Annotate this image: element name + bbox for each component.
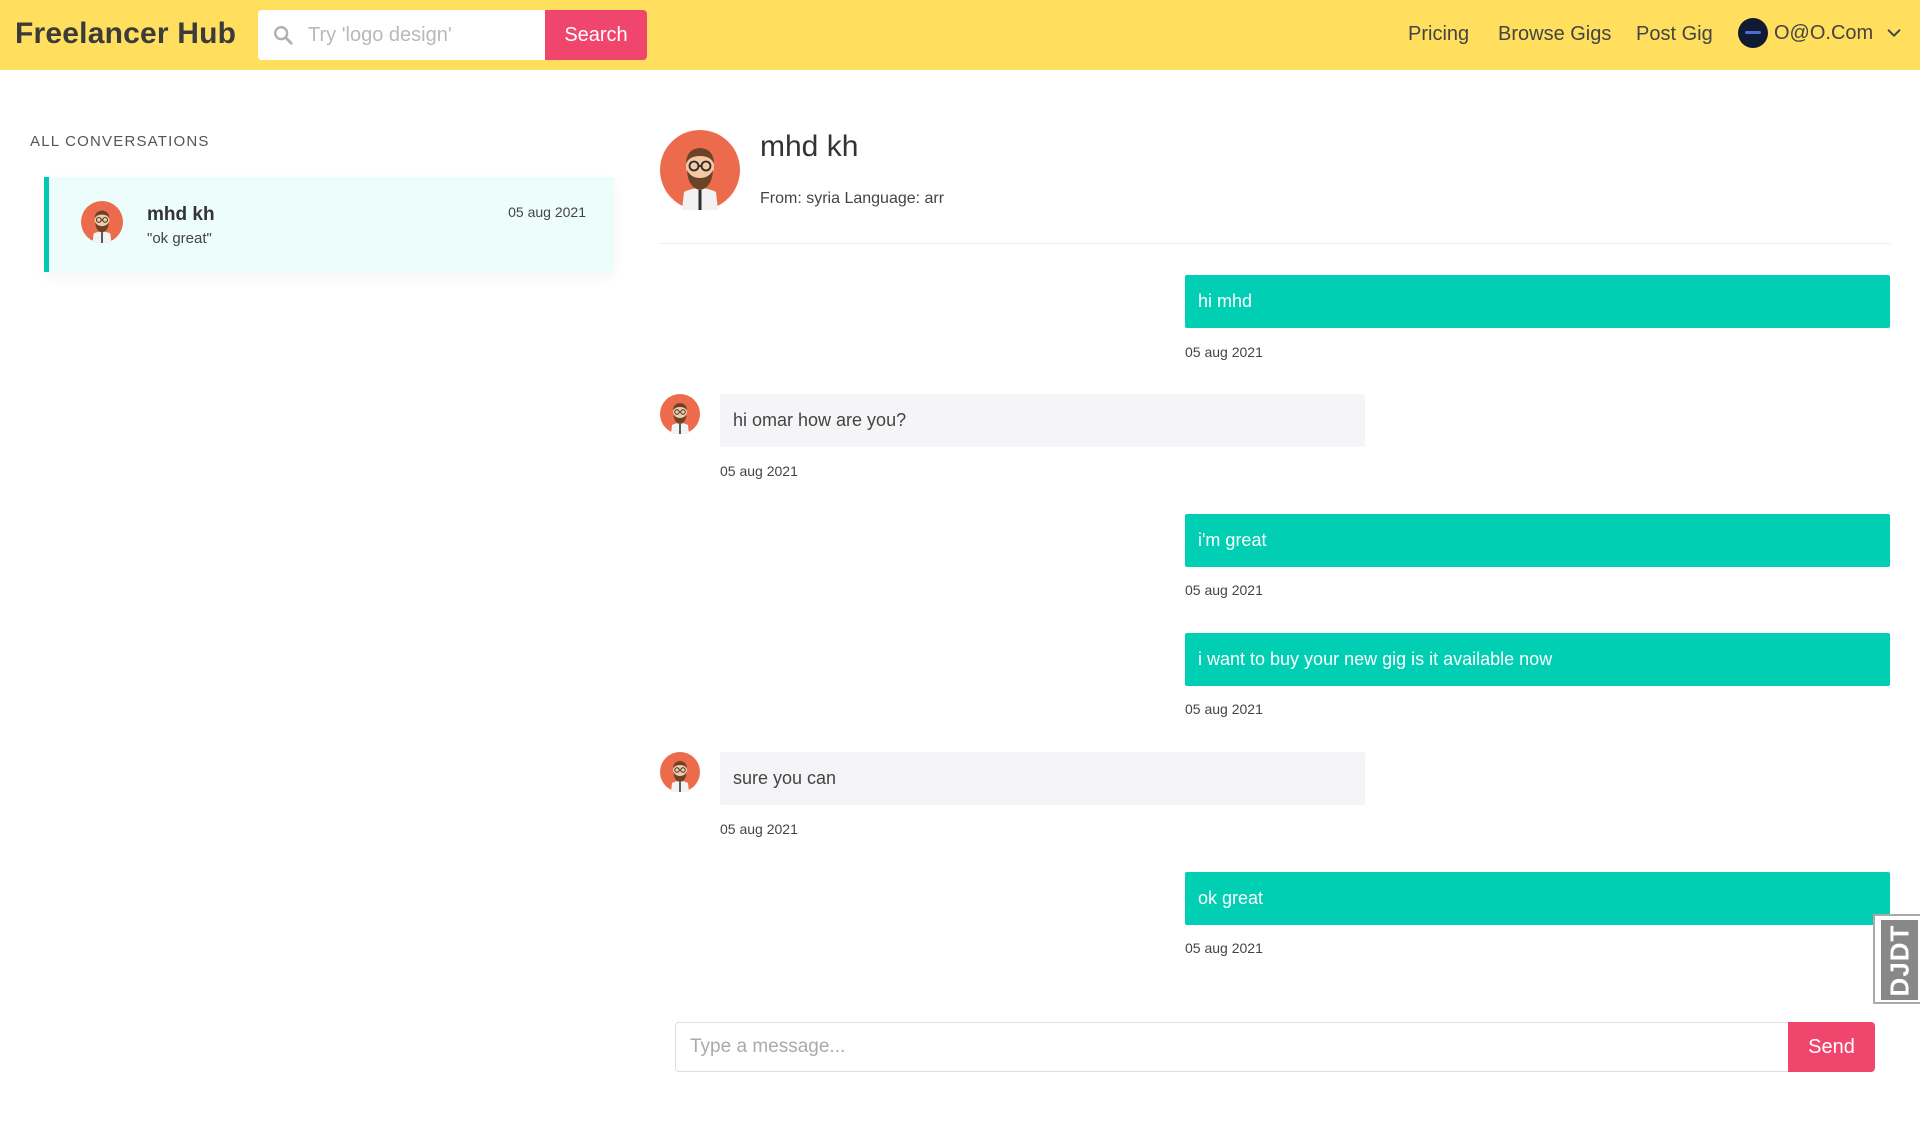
top-navbar: Freelancer Hub Search Pricing Browse Gig… (0, 0, 1920, 70)
message-outgoing: i want to buy your new gig is it availab… (1185, 633, 1890, 686)
nav-link-pricing[interactable]: Pricing (1408, 23, 1469, 46)
message-incoming: sure you can (720, 752, 1365, 805)
search-box (258, 10, 548, 60)
message-date: 05 aug 2021 (1185, 582, 1263, 598)
nav-link-post-gig[interactable]: Post Gig (1636, 23, 1713, 46)
message-date: 05 aug 2021 (1185, 344, 1263, 360)
debug-toolbar-handle[interactable]: DJDT (1873, 914, 1920, 1004)
search-input[interactable] (308, 23, 538, 47)
chat-contact-meta: From: syria Language: arr (760, 190, 945, 207)
debug-toolbar-label: DJDT (1884, 924, 1914, 996)
message-outgoing: hi mhd (1185, 275, 1890, 328)
conversation-name: mhd kh (147, 204, 215, 225)
chat-divider (660, 243, 1890, 244)
message-date: 05 aug 2021 (720, 821, 798, 837)
search-icon (274, 26, 293, 45)
conversation-preview: "ok great" (147, 230, 212, 247)
conversations-heading: ALL CONVERSATIONS (30, 133, 210, 150)
debug-toolbar-inner: DJDT (1881, 920, 1918, 1000)
message-date: 05 aug 2021 (1185, 701, 1263, 717)
message-incoming: hi omar how are you? (720, 394, 1365, 447)
chat-contact-name: mhd kh (760, 130, 859, 163)
avatar-icon (660, 752, 700, 792)
brand-logo[interactable]: Freelancer Hub (15, 17, 236, 51)
send-button[interactable]: Send (1788, 1022, 1875, 1072)
message-date: 05 aug 2021 (720, 463, 798, 479)
message-outgoing: i'm great (1185, 514, 1890, 567)
user-menu[interactable]: O@O.Com (1738, 18, 1903, 48)
message-outgoing: ok great (1185, 872, 1890, 925)
avatar-icon (660, 130, 740, 210)
user-avatar (1738, 18, 1768, 48)
conversation-date: 05 aug 2021 (508, 204, 586, 220)
nav-link-browse-gigs[interactable]: Browse Gigs (1498, 23, 1611, 46)
chevron-down-icon (1887, 29, 1901, 37)
conversation-item[interactable]: mhd kh "ok great" 05 aug 2021 (44, 177, 614, 272)
message-input[interactable] (675, 1022, 1788, 1072)
user-name: O@O.Com (1774, 21, 1874, 44)
avatar-icon (660, 394, 700, 434)
search-button[interactable]: Search (545, 10, 647, 60)
message-date: 05 aug 2021 (1185, 940, 1263, 956)
avatar-icon (81, 201, 123, 243)
